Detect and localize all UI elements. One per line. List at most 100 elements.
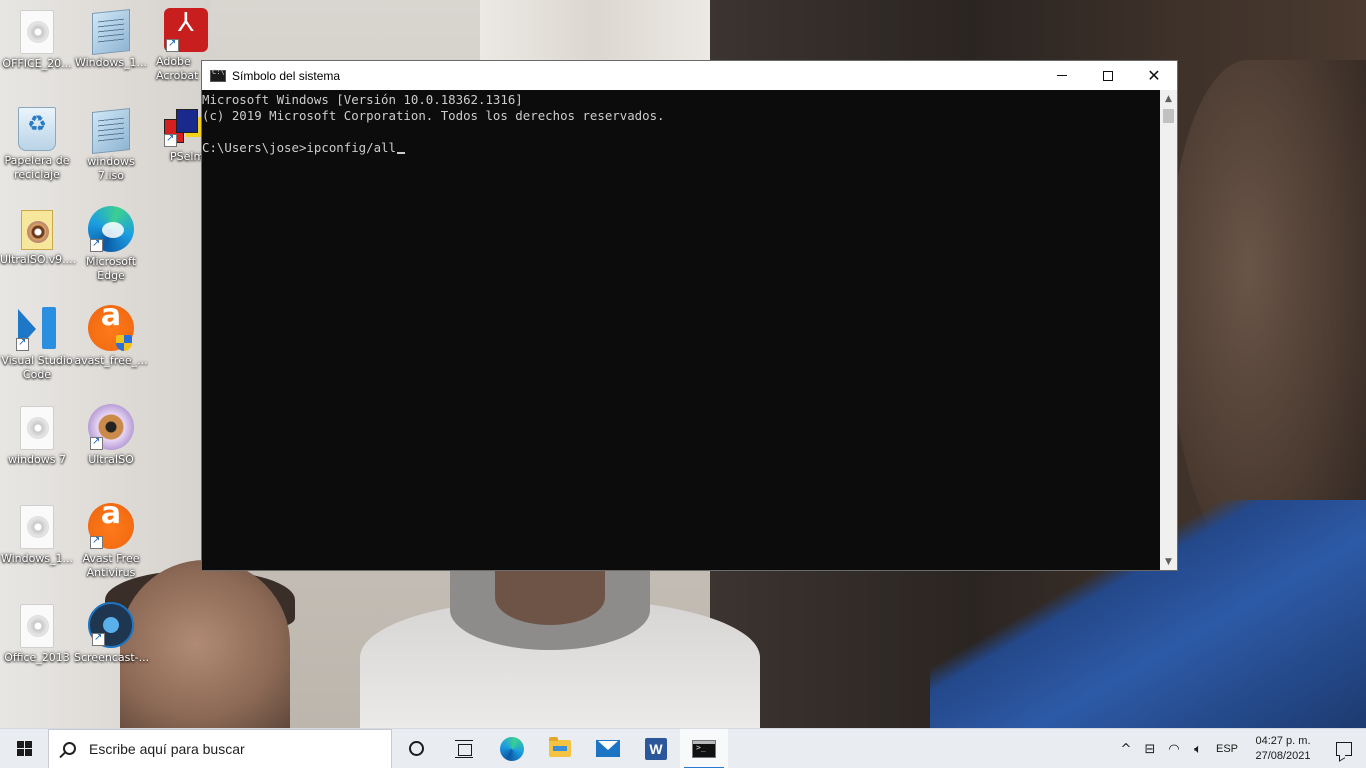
wallpaper-curtain [480,0,710,60]
console-command-text: C:\Users\jose>ipconfig/all [202,140,396,155]
shortcut-arrow-icon [90,534,103,549]
desktop-icon-ultraiso-file[interactable]: UltraISO.v9.... [0,206,77,267]
chevron-down-icon: ▼ [1165,556,1172,567]
desktop-icon-label: Windows_1... [0,552,74,565]
vertical-scrollbar[interactable]: ▲ ▼ [1160,90,1177,570]
maximize-icon [1103,70,1113,81]
desktop-icon-label: avast_free_... [74,354,148,367]
desktop-icon-label: Microsoft Edge [85,255,137,282]
desktop-icon-ultraiso[interactable]: UltraISO [74,404,148,467]
desktop-icon-pselm[interactable]: PSelm [160,107,201,164]
show-hidden-icons-button[interactable]: ^ [1114,729,1138,768]
word-icon: W [645,737,667,760]
file-explorer-icon [549,737,571,757]
console-output[interactable]: Microsoft Windows [Versión 10.0.18362.13… [202,90,1160,570]
pselm-icon [162,107,201,147]
desktop-icon-windows-7[interactable]: windows 7 [0,404,74,467]
shortcut-arrow-icon [90,237,103,252]
shortcut-arrow-icon [164,132,177,147]
avast-installer-icon [88,305,134,351]
action-center-button[interactable] [1322,729,1366,768]
chevron-up-icon: ▲ [1165,93,1172,104]
cortana-button[interactable] [392,729,440,768]
task-view-icon [455,739,473,756]
input-language[interactable]: ESP [1210,743,1244,755]
taskbar-file-explorer[interactable] [536,729,584,768]
desktop-icon-avast-installer[interactable]: avast_free_... [74,305,148,368]
window-controls: ✕ [1039,61,1177,90]
close-button[interactable]: ✕ [1131,61,1177,90]
desktop-icon-office-2013[interactable]: Office_2013 [0,602,74,665]
disc-image-icon [20,406,54,450]
search-placeholder: Escribe aquí para buscar [89,740,245,757]
notepad-file-icon [92,108,130,154]
desktop-icon-microsoft-edge[interactable]: Microsoft Edge [74,206,148,283]
desktop-icon-windows-1[interactable]: Windows_1... [74,8,148,70]
text-cursor [396,152,405,154]
desktop-icon-windows-7-iso[interactable]: windows 7.iso [74,107,148,183]
console-line: (c) 2019 Microsoft Corporation. Todos lo… [202,108,665,123]
desktop-icon-windows-1b[interactable]: Windows_1... [0,503,74,566]
ultraiso-icon [88,404,134,450]
desktop-icon-recycle-bin[interactable]: Papelera de reciclaje [0,107,74,182]
disc-image-icon [20,604,54,648]
desktop-icon-vscode[interactable]: Visual Studio Code [0,305,74,382]
wallpaper-child-neck [495,570,605,625]
disc-image-icon [20,10,54,54]
minimize-icon [1057,75,1067,76]
taskbar-word[interactable]: W [632,729,680,768]
edge-icon [500,736,524,761]
desktop-icon-screencast[interactable]: Screencast-... [74,602,150,665]
console-prompt-line[interactable]: C:\Users\jose>ipconfig/all [202,140,1160,156]
search-icon [49,742,89,755]
shortcut-arrow-icon [92,631,105,646]
clock[interactable]: 04:27 p. m. 27/08/2021 [1244,734,1322,764]
disc-image-icon [20,505,54,549]
start-button[interactable] [0,729,48,768]
vscode-icon [14,305,60,351]
desktop-icon-label: Screencast-... [74,651,150,664]
recycle-bin-icon [18,107,56,151]
desktop-icon-office-20[interactable]: OFFICE_20... [0,8,74,71]
desktop-icon-label: Office_2013 [4,651,70,664]
wifi-button[interactable]: ◠ [1162,729,1186,768]
windows-logo-icon [16,741,32,756]
clock-date: 27/08/2021 [1255,750,1311,762]
shortcut-arrow-icon [16,336,29,351]
desktop-icon-label: windows 7.iso [87,155,135,182]
maximize-button[interactable] [1085,61,1131,90]
task-view-button[interactable] [440,729,488,768]
speaker-icon: 🔈︎ [1194,741,1202,757]
chevron-up-icon: ^ [1120,741,1132,757]
scroll-down-button[interactable]: ▼ [1160,553,1177,570]
taskbar-cmd[interactable] [680,728,728,768]
taskbar-search-box[interactable]: Escribe aquí para buscar [48,728,392,768]
uac-shield-icon [116,335,132,351]
scroll-up-button[interactable]: ▲ [1160,90,1177,107]
shortcut-arrow-icon [90,435,103,450]
notepad-file-icon [92,9,130,55]
taskbar-mail[interactable] [584,729,632,768]
desktop-icon-label: PSelm [170,150,201,163]
minimize-button[interactable] [1039,61,1085,90]
desktop-icon-label: Visual Studio Code [1,354,73,381]
volume-button[interactable]: 🔈︎ [1186,729,1210,768]
taskbar-edge[interactable] [488,729,536,768]
cmd-app-icon[interactable] [210,68,226,82]
adobe-acrobat-icon [164,8,208,52]
notification-icon [1336,742,1352,756]
console-line: Microsoft Windows [Versión 10.0.18362.13… [202,92,523,107]
cmd-titlebar[interactable]: Símbolo del sistema ✕ [202,61,1177,90]
cortana-icon [408,741,424,756]
desktop-icon-label: OFFICE_20... [2,57,72,70]
avast-icon [88,503,134,549]
clock-time: 04:27 p. m. [1255,735,1311,747]
desktop-icon-label: UltraISO.v9.... [0,253,77,266]
scroll-thumb[interactable] [1163,109,1174,123]
cmd-window[interactable]: Símbolo del sistema ✕ Microsoft Windows … [201,60,1178,571]
desktop-icon-label: Papelera de reciclaje [4,154,70,181]
desktop-icon-avast-antivirus[interactable]: Avast Free Antivirus [74,503,148,580]
network-adapter-icon: ⊟ [1144,741,1156,757]
network-adapter-button[interactable]: ⊟ [1138,729,1162,768]
